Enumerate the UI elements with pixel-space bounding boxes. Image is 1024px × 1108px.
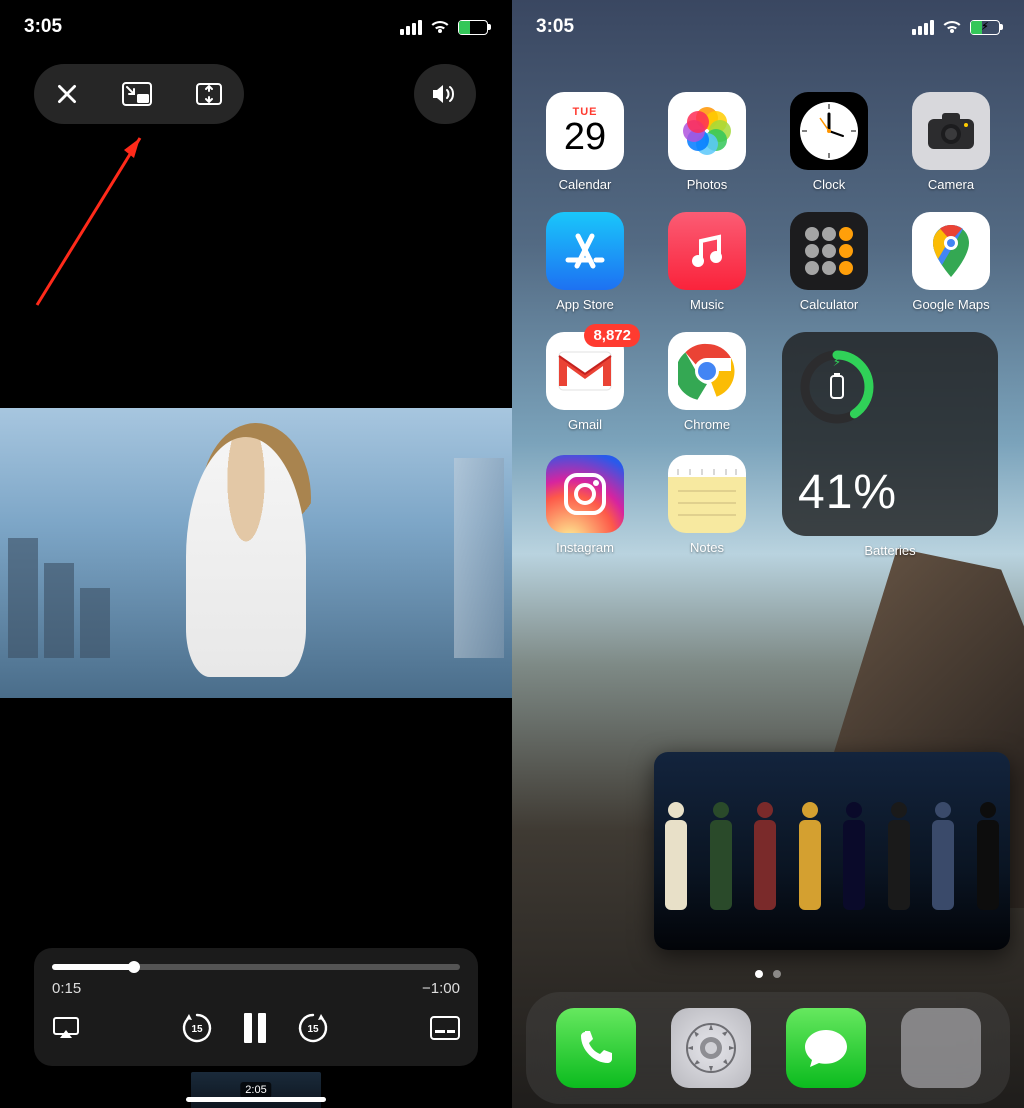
preview-time: 2:05	[240, 1082, 271, 1098]
app-clock[interactable]: Clock	[782, 92, 876, 192]
close-button[interactable]	[34, 64, 100, 124]
app-phone[interactable]	[556, 1008, 636, 1088]
expand-icon	[196, 83, 222, 105]
battery-percent: 41%	[798, 465, 982, 520]
scrubber-thumb[interactable]	[128, 961, 140, 973]
app-label: Instagram	[556, 540, 614, 555]
speaker-icon	[430, 82, 460, 106]
widget-label: Batteries	[864, 543, 915, 558]
close-icon	[54, 81, 80, 107]
app-label: Chrome	[684, 417, 730, 432]
app-label: App Store	[556, 297, 614, 312]
music-icon	[668, 212, 746, 290]
video-frame[interactable]	[0, 408, 512, 698]
app-calendar[interactable]: TUE 29 Calendar	[538, 92, 632, 192]
calendar-icon: TUE 29	[546, 92, 624, 170]
cellular-icon	[912, 20, 934, 35]
cellular-icon	[400, 20, 422, 35]
pip-window[interactable]	[654, 752, 1010, 950]
app-label: Clock	[813, 177, 846, 192]
app-google-maps[interactable]: Google Maps	[904, 212, 998, 312]
skip-forward-button[interactable]: 15	[296, 1011, 330, 1050]
status-time: 3:05	[536, 16, 574, 38]
skip-back-button[interactable]: 15	[180, 1011, 214, 1050]
app-label: Calculator	[800, 297, 859, 312]
app-gmail[interactable]: 8,872 Gmail	[538, 332, 632, 435]
player-top-controls	[34, 64, 244, 124]
status-indicators: ⚡︎	[912, 19, 1000, 35]
appstore-icon	[546, 212, 624, 290]
annotation-arrow-icon	[32, 130, 152, 310]
pause-icon	[242, 1013, 268, 1043]
maps-icon	[912, 212, 990, 290]
app-photos[interactable]: Photos	[660, 92, 754, 192]
app-instagram[interactable]: Instagram	[538, 455, 632, 558]
volume-button[interactable]	[414, 64, 476, 124]
app-label: Notes	[690, 540, 724, 555]
app-camera[interactable]: Camera	[904, 92, 998, 192]
video-player-screen: 3:05 ⚡︎ 0:15 −1:	[0, 0, 512, 1108]
svg-text:15: 15	[191, 1024, 203, 1035]
home-indicator[interactable]	[186, 1097, 326, 1102]
wifi-icon	[942, 19, 962, 35]
pip-icon	[122, 82, 152, 106]
elapsed-time: 0:15	[52, 980, 81, 997]
status-bar-right: 3:05 ⚡︎	[512, 0, 1024, 54]
calculator-icon	[790, 212, 868, 290]
app-grid: TUE 29 Calendar Photos Clock Camera	[512, 92, 1024, 558]
fullscreen-button[interactable]	[174, 64, 244, 124]
page-indicator[interactable]	[512, 970, 1024, 978]
phone-icon	[574, 1026, 618, 1070]
app-calculator[interactable]: Calculator	[782, 212, 876, 312]
home-screen: 3:05 ⚡︎ TUE 29 Calendar Photos Clock	[512, 0, 1024, 1108]
app-label: Gmail	[568, 417, 602, 432]
status-bar-left: 3:05 ⚡︎	[0, 0, 512, 54]
battery-icon: ⚡︎	[458, 20, 488, 35]
app-label: Calendar	[559, 177, 612, 192]
chrome-icon	[668, 332, 746, 410]
scrub-preview: 2:05	[191, 1072, 321, 1108]
battery-icon: ⚡︎	[970, 20, 1000, 35]
battery-ring-icon: ⚡︎	[798, 348, 876, 426]
app-chrome[interactable]: Chrome	[660, 332, 754, 435]
gear-icon	[683, 1020, 739, 1076]
dock-folder[interactable]	[901, 1008, 981, 1088]
svg-text:15: 15	[307, 1024, 319, 1035]
photos-icon	[668, 92, 746, 170]
app-label: Google Maps	[912, 297, 989, 312]
pip-content	[654, 802, 1010, 942]
wifi-icon	[430, 19, 450, 35]
scrubber[interactable]	[52, 964, 460, 970]
app-notes[interactable]: Notes	[660, 455, 754, 558]
subtitles-button[interactable]	[430, 1016, 460, 1045]
app-messages[interactable]	[786, 1008, 866, 1088]
picture-in-picture-button[interactable]	[100, 64, 174, 124]
app-label: Music	[690, 297, 724, 312]
app-appstore[interactable]: App Store	[538, 212, 632, 312]
messages-icon	[802, 1026, 850, 1070]
instagram-icon	[546, 455, 624, 533]
camera-icon	[912, 92, 990, 170]
dock	[526, 1008, 1010, 1088]
notification-badge: 8,872	[584, 324, 640, 347]
status-time: 3:05	[24, 16, 62, 38]
notes-icon	[668, 455, 746, 533]
remaining-time: −1:00	[422, 980, 460, 997]
airplay-button[interactable]	[52, 1016, 80, 1045]
clock-icon	[790, 92, 868, 170]
app-music[interactable]: Music	[660, 212, 754, 312]
app-settings[interactable]	[671, 1008, 751, 1088]
airplay-icon	[52, 1016, 80, 1040]
skip-back-icon: 15	[180, 1011, 214, 1045]
app-label: Photos	[687, 177, 727, 192]
status-indicators: ⚡︎	[400, 19, 488, 35]
app-label: Camera	[928, 177, 974, 192]
svg-text:⚡︎: ⚡︎	[833, 355, 841, 369]
pause-button[interactable]	[242, 1013, 268, 1048]
subtitles-icon	[430, 1016, 460, 1040]
skip-forward-icon: 15	[296, 1011, 330, 1045]
batteries-widget[interactable]: ⚡︎ 41% Batteries	[782, 332, 998, 558]
playback-control-bar: 0:15 −1:00 15 15	[34, 948, 478, 1066]
